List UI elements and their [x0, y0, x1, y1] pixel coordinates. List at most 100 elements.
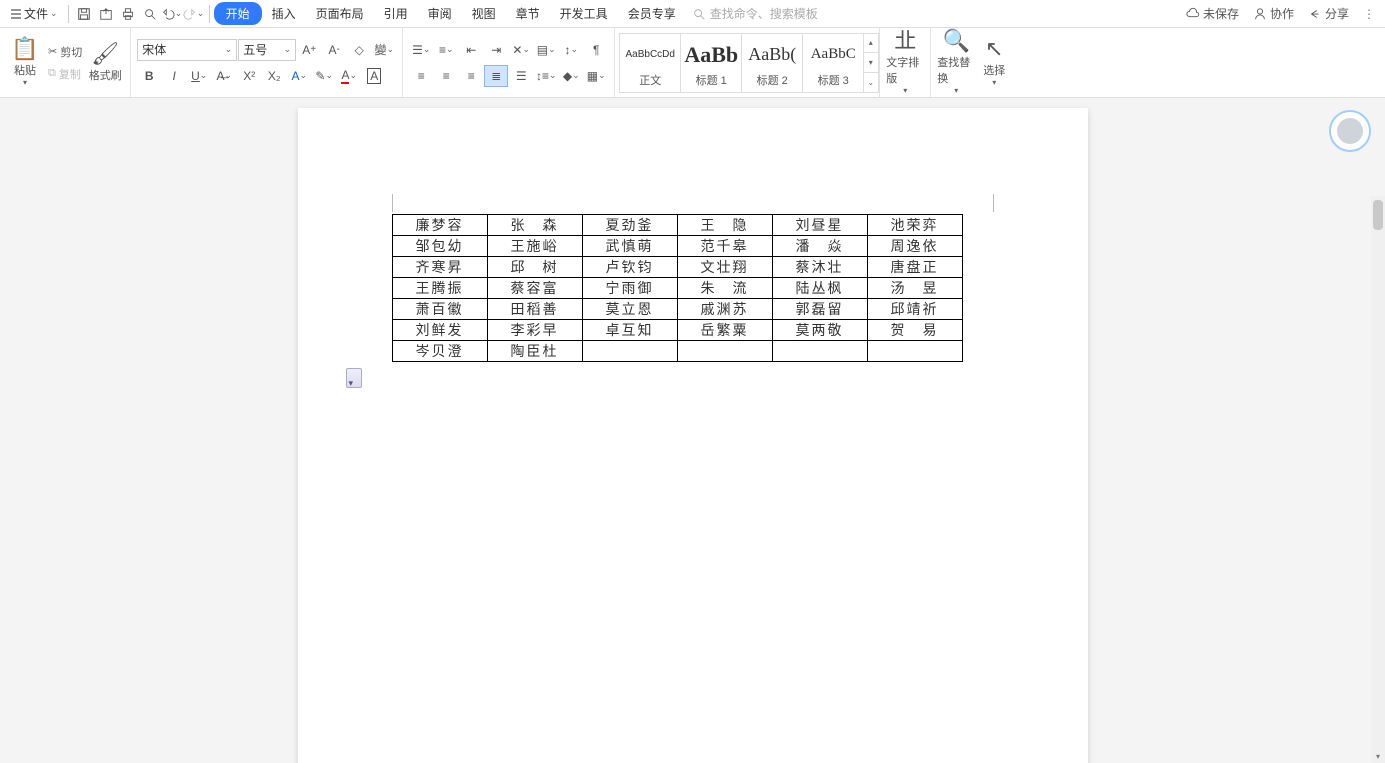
table-row[interactable]: 岑贝澄陶臣杜	[392, 341, 962, 362]
table-cell[interactable]: 范千皋	[677, 236, 772, 257]
tab-insert[interactable]: 插入	[262, 1, 306, 26]
select-button[interactable]: ↖ 选择 ▾	[975, 33, 1013, 93]
indent-decrease-button[interactable]: ⇤	[459, 39, 483, 61]
line-spacing-button[interactable]: ↕≡⌄	[534, 65, 558, 87]
table-row[interactable]: 王腾振蔡容富宁雨御朱 流陆丛枫汤 昱	[392, 278, 962, 299]
table-cell[interactable]: 刘昼星	[772, 215, 867, 236]
font-color-button[interactable]: A⌄	[337, 65, 361, 87]
tab-home[interactable]: 开始	[214, 2, 262, 25]
table-cell[interactable]	[677, 341, 772, 362]
table-cell[interactable]: 唐盘正	[867, 257, 962, 278]
table-cell[interactable]: 张 森	[487, 215, 582, 236]
table-cell[interactable]: 田稻善	[487, 299, 582, 320]
document-table[interactable]: 廉梦容张 森夏劲釜王 隐刘昼星池荣弈邹包幼王施峪武慎萌范千皋潘 焱周逸依齐寒昇邱…	[392, 214, 963, 362]
text-layout-button[interactable]: 㐀 文字排版 ▾	[886, 33, 924, 93]
sort-button[interactable]: ↕⌄	[559, 39, 583, 61]
tab-member[interactable]: 会员专享	[618, 1, 686, 26]
tab-review[interactable]: 审阅	[418, 1, 462, 26]
table-row[interactable]: 刘鲜发李彩早卓互知岳繁粟莫两敬贺 易	[392, 320, 962, 341]
table-cell[interactable]: 邱 树	[487, 257, 582, 278]
font-name-select[interactable]: 宋体⌄	[137, 39, 237, 61]
table-cell[interactable]: 廉梦容	[392, 215, 487, 236]
text-direction-button[interactable]: ✕⌄	[509, 39, 533, 61]
align-center-button[interactable]: ≡	[434, 65, 458, 87]
underline-button[interactable]: U⌄	[187, 65, 211, 87]
scrollbar-thumb[interactable]	[1373, 200, 1383, 230]
borders-button[interactable]: ▦⌄	[584, 65, 608, 87]
copy-button[interactable]: ⧉复制	[44, 64, 86, 84]
table-cell[interactable]: 武慎萌	[582, 236, 677, 257]
save-icon[interactable]	[73, 3, 95, 25]
italic-button[interactable]: I	[162, 65, 186, 87]
phonetic-button[interactable]: 變⌄	[372, 39, 396, 61]
unsaved-status[interactable]: 未保存	[1180, 5, 1245, 22]
table-cell[interactable]: 贺 易	[867, 320, 962, 341]
table-cell[interactable]: 池荣弈	[867, 215, 962, 236]
table-row[interactable]: 廉梦容张 森夏劲釜王 隐刘昼星池荣弈	[392, 215, 962, 236]
style-prev-icon[interactable]: ▴	[863, 34, 878, 53]
table-cell[interactable]: 周逸依	[867, 236, 962, 257]
table-cell[interactable]: 宁雨御	[582, 278, 677, 299]
align-vertical-button[interactable]: ▤⌄	[534, 39, 558, 61]
grow-font-button[interactable]: A+	[297, 39, 321, 61]
table-cell[interactable]: 蔡容富	[487, 278, 582, 299]
numbering-button[interactable]: ≡⌄	[434, 39, 458, 61]
table-cell[interactable]: 王施峪	[487, 236, 582, 257]
table-row[interactable]: 齐寒昇邱 树卢钦钧文壮翔蔡沐壮唐盘正	[392, 257, 962, 278]
table-cell[interactable]	[772, 341, 867, 362]
page-actions-icon[interactable]	[346, 368, 362, 388]
distribute-button[interactable]: ☰	[509, 65, 533, 87]
assistant-avatar[interactable]	[1329, 110, 1371, 152]
table-cell[interactable]: 文壮翔	[677, 257, 772, 278]
table-cell[interactable]: 卢钦钧	[582, 257, 677, 278]
table-cell[interactable]: 莫立恩	[582, 299, 677, 320]
table-cell[interactable]	[867, 341, 962, 362]
export-icon[interactable]	[95, 3, 117, 25]
table-row[interactable]: 邹包幼王施峪武慎萌范千皋潘 焱周逸依	[392, 236, 962, 257]
style-next-icon[interactable]: ▾	[863, 52, 878, 72]
tab-view[interactable]: 视图	[462, 1, 506, 26]
find-replace-button[interactable]: 🔍 查找替换 ▾	[937, 33, 975, 93]
tab-sections[interactable]: 章节	[506, 1, 550, 26]
format-painter-button[interactable]: 🖌 格式刷	[86, 33, 124, 93]
more-menu-icon[interactable]: ⋮	[1357, 7, 1381, 21]
superscript-button[interactable]: X²	[237, 65, 261, 87]
tab-developer[interactable]: 开发工具	[550, 1, 618, 26]
table-cell[interactable]: 萧百徽	[392, 299, 487, 320]
file-menu[interactable]: 文件 ⌄	[4, 5, 64, 22]
table-cell[interactable]: 刘鲜发	[392, 320, 487, 341]
document-page[interactable]: 廉梦容张 森夏劲釜王 隐刘昼星池荣弈邹包幼王施峪武慎萌范千皋潘 焱周逸依齐寒昇邱…	[298, 108, 1088, 763]
table-cell[interactable]: 朱 流	[677, 278, 772, 299]
align-left-button[interactable]: ≡	[409, 65, 433, 87]
style-heading1[interactable]: AaBb 标题 1	[680, 33, 742, 93]
print-icon[interactable]	[117, 3, 139, 25]
text-effects-button[interactable]: A⌄	[287, 65, 311, 87]
table-cell[interactable]: 邹包幼	[392, 236, 487, 257]
table-cell[interactable]: 岑贝澄	[392, 341, 487, 362]
show-marks-button[interactable]: ¶	[584, 39, 608, 61]
tab-references[interactable]: 引用	[374, 1, 418, 26]
table-cell[interactable]: 李彩早	[487, 320, 582, 341]
redo-icon[interactable]: ⌄	[183, 3, 205, 25]
table-cell[interactable]: 邱靖祈	[867, 299, 962, 320]
table-cell[interactable]: 陶臣杜	[487, 341, 582, 362]
print-preview-icon[interactable]	[139, 3, 161, 25]
highlight-button[interactable]: ✎⌄	[312, 65, 336, 87]
command-search[interactable]: 查找命令、搜索模板	[686, 5, 824, 22]
table-cell[interactable]: 夏劲釜	[582, 215, 677, 236]
paste-button[interactable]: 📋 粘贴 ▾	[6, 33, 44, 93]
shrink-font-button[interactable]: A-	[322, 39, 346, 61]
table-cell[interactable]: 王 隐	[677, 215, 772, 236]
char-border-button[interactable]: A	[362, 65, 386, 87]
table-cell[interactable]: 汤 昱	[867, 278, 962, 299]
table-cell[interactable]: 岳繁粟	[677, 320, 772, 341]
table-cell[interactable]: 齐寒昇	[392, 257, 487, 278]
shading-button[interactable]: ◆⌄	[559, 65, 583, 87]
bullets-button[interactable]: ☰⌄	[409, 39, 433, 61]
cut-button[interactable]: ✂剪切	[44, 42, 86, 62]
table-row[interactable]: 萧百徽田稻善莫立恩戚渊苏郭磊留邱靖祈	[392, 299, 962, 320]
table-cell[interactable]: 卓互知	[582, 320, 677, 341]
font-size-select[interactable]: 五号⌄	[238, 39, 296, 61]
align-justify-button[interactable]: ≣	[484, 65, 508, 87]
table-cell[interactable]: 王腾振	[392, 278, 487, 299]
